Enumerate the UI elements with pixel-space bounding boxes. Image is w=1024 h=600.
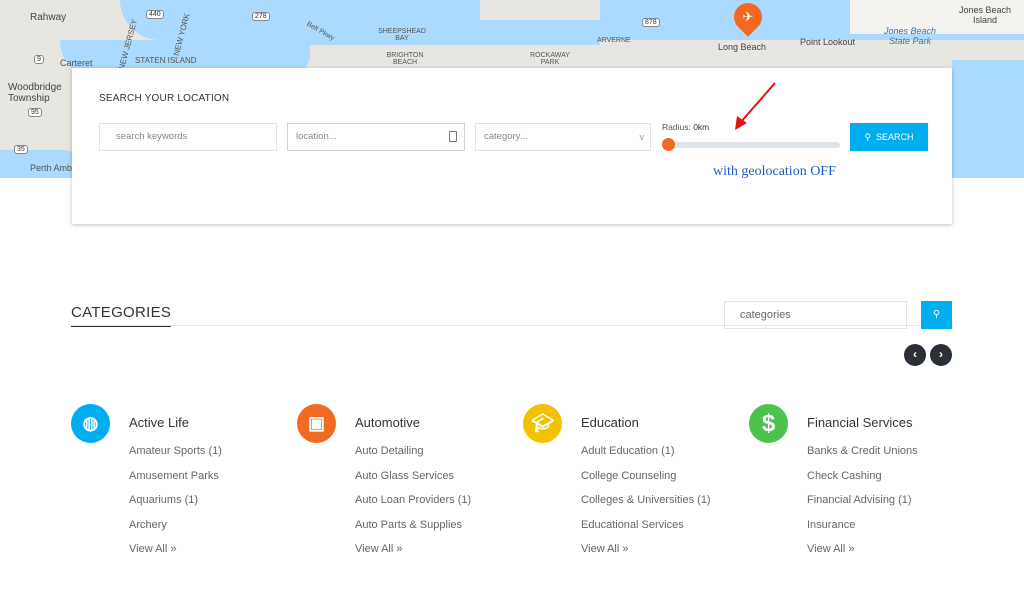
category-link[interactable]: Colleges & Universities (1): [581, 494, 711, 519]
map-label: Point Lookout: [800, 37, 856, 47]
search-panel: SEARCH YOUR LOCATION search keywords loc…: [72, 68, 952, 224]
geolocate-icon[interactable]: [449, 131, 457, 142]
highway-shield: 878: [642, 18, 660, 27]
radius-label-text: Radius:: [662, 122, 691, 132]
category-link[interactable]: Financial Advising (1): [807, 494, 918, 519]
dollar-icon[interactable]: $: [749, 404, 788, 443]
next-button[interactable]: ›: [930, 344, 952, 366]
category-link[interactable]: Auto Parts & Supplies: [355, 519, 471, 544]
map-water: [952, 60, 1024, 178]
category-link[interactable]: Auto Glass Services: [355, 470, 471, 495]
map-label: ROCKAWAY PARK: [530, 52, 570, 66]
map-label: BRIGHTON BEACH: [386, 52, 424, 66]
category-link[interactable]: Adult Education (1): [581, 445, 711, 470]
taxi-icon[interactable]: ▣: [297, 404, 336, 443]
category-placeholder: category...: [484, 131, 528, 142]
category-select[interactable]: category... v: [475, 123, 651, 151]
view-all-link[interactable]: View All »: [355, 543, 471, 568]
categories-search-input[interactable]: categories: [724, 301, 907, 329]
category-link[interactable]: Auto Detailing: [355, 445, 471, 470]
search-button[interactable]: ⚲ SEARCH: [850, 123, 928, 151]
map-label: Woodbridge Township: [8, 82, 62, 104]
category-link[interactable]: Banks & Credit Unions: [807, 445, 918, 470]
location-placeholder: location...: [296, 131, 337, 142]
view-all-link[interactable]: View All »: [807, 543, 918, 568]
annotation-arrow: [735, 82, 776, 130]
map-label: Rahway: [30, 12, 67, 23]
highway-shield: 278: [252, 12, 270, 21]
radius-value: 0km: [693, 122, 710, 132]
map-label: Jones Beach Island: [958, 5, 1012, 25]
category-link[interactable]: Auto Loan Providers (1): [355, 494, 471, 519]
map-label: STATEN ISLAND: [135, 56, 197, 65]
category-link[interactable]: Check Cashing: [807, 470, 918, 495]
map-label: ARVERNE: [597, 37, 631, 44]
radius-slider[interactable]: [668, 142, 840, 148]
category-link[interactable]: Archery: [129, 519, 222, 544]
graduation-cap-icon[interactable]: 🎓︎: [523, 404, 562, 443]
category-link[interactable]: Insurance: [807, 519, 918, 544]
map-label: SHEEPSHEAD BAY: [378, 28, 426, 42]
category-heading[interactable]: Financial Services: [807, 415, 913, 430]
categories-title: CATEGORIES: [71, 304, 172, 327]
location-input[interactable]: location...: [287, 123, 465, 151]
category-link[interactable]: Amusement Parks: [129, 470, 222, 495]
radius-label: Radius: 0km: [662, 122, 709, 132]
search-button-label: SEARCH: [876, 132, 914, 142]
category-heading[interactable]: Education: [581, 415, 639, 430]
category-heading[interactable]: Active Life: [129, 415, 189, 430]
radius-slider-handle[interactable]: [662, 138, 675, 151]
highway-shield: 95: [28, 108, 42, 117]
highway-shield: 9: [34, 55, 44, 64]
map-label: Long Beach: [718, 42, 767, 52]
view-all-link[interactable]: View All »: [129, 543, 222, 568]
category-heading[interactable]: Automotive: [355, 415, 420, 430]
keywords-input[interactable]: search keywords: [99, 123, 277, 151]
category-link[interactable]: College Counseling: [581, 470, 711, 495]
search-title: SEARCH YOUR LOCATION: [99, 93, 230, 104]
highway-shield: 440: [146, 10, 164, 19]
category-link[interactable]: Educational Services: [581, 519, 711, 544]
chevron-down-icon: v: [639, 132, 645, 142]
highway-shield: 35: [14, 145, 28, 154]
prev-button[interactable]: ‹: [904, 344, 926, 366]
annotation-text: with geolocation OFF: [713, 164, 836, 179]
search-icon: ⚲: [932, 309, 941, 320]
categories-search-button[interactable]: ⚲: [921, 301, 952, 329]
search-icon: ⚲: [864, 132, 872, 142]
map-land: [480, 0, 600, 20]
view-all-link[interactable]: View All »: [581, 543, 711, 568]
map-label: Carteret: [60, 58, 93, 68]
category-link[interactable]: Amateur Sports (1): [129, 445, 222, 470]
basketball-icon[interactable]: ◍: [71, 404, 110, 443]
map-label: Jones Beach State Park: [883, 26, 937, 46]
category-link[interactable]: Aquariums (1): [129, 494, 222, 519]
